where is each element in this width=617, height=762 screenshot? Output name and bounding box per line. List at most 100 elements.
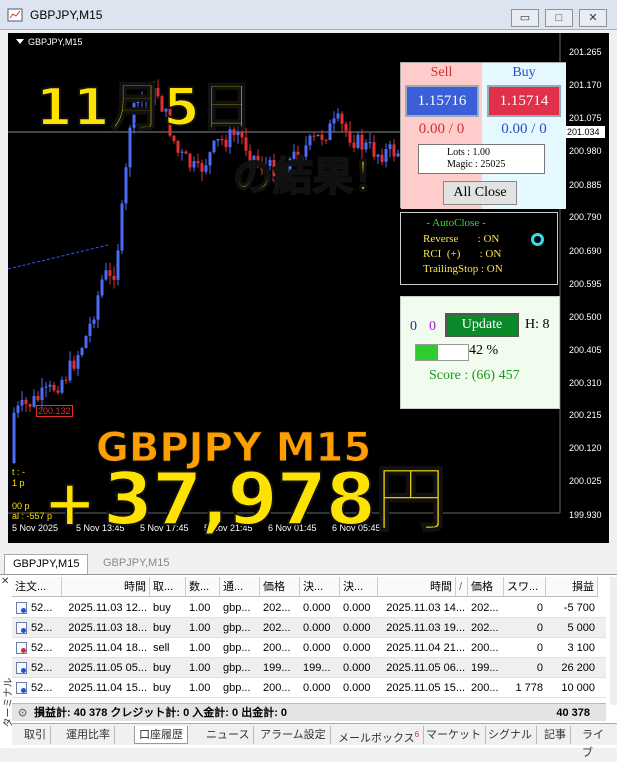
update-button[interactable]: Update [445,313,519,337]
sell-header: Sell [430,65,453,80]
candle-body [84,336,88,349]
table-cell: 2025.11.05 05... [68,662,147,674]
col-header[interactable]: 決... [340,577,378,597]
all-close-button[interactable]: All Close [443,181,517,205]
dropdown-triangle-icon[interactable] [16,39,24,44]
window-title: GBPJPY,M15 [30,8,103,22]
status-circle-icon[interactable] [531,233,544,246]
candle-body [200,163,204,172]
table-cell: 0 [536,662,543,674]
table-cell: 199... [303,662,331,674]
table-cell: 2025.11.04 21... [386,642,465,654]
candle-body [24,399,28,405]
left-label: 00 p [12,501,30,511]
candle-body [356,134,360,148]
table-row[interactable]: 52... 2025.11.03 18... buy 1.00 gbp... 202...… [12,618,606,638]
table-row[interactable]: 52... 2025.11.04 18... sell 1.00 gbp... 200..… [12,638,606,658]
symbol-text: GBPJPY,M15 [28,37,83,47]
tab-library[interactable]: ライブ [578,726,617,759]
candle-body [76,355,80,369]
col-header[interactable]: 数... [186,577,220,597]
tab-alerts[interactable]: アラーム設定 [256,726,331,744]
sell-button[interactable]: 1.15716 [405,85,479,117]
col-header[interactable]: 通... [220,577,260,597]
tab-signals[interactable]: シグナル [484,726,537,744]
candle-body [308,135,312,146]
buy-button[interactable]: 1.15714 [487,85,561,117]
table-cell: 0.000 [303,682,331,694]
table-cell: buy [153,682,171,694]
candle-body [48,384,52,387]
lots-magic-box[interactable]: Lots : 1.00 Magic : 25025 [418,144,545,174]
table-row[interactable]: 52... 2025.11.03 12... buy 1.00 gbp... 202...… [12,598,606,618]
chart-tabs: GBPJPY,M15 GBPJPY,M15 [0,551,617,574]
candle-body [188,153,192,168]
summary-icon: ⊙ [18,707,28,719]
left-label: 1 p [12,478,25,488]
table-cell: 0 [536,602,543,614]
order-marker-label: 200.132 [36,405,73,417]
terminal-panel: ✕ ターミナル 注文... 時間 取... 数... 通... 価格 決... … [0,574,617,759]
autoclose-title: - AutoClose - [426,217,486,229]
progress-percent: 42 % [469,343,499,358]
tab-articles[interactable]: 記事 [540,726,571,744]
candle-body [352,142,356,148]
tab-mailbox[interactable]: メールボックス6 [334,726,425,745]
price-tick: 200.595 [569,279,602,289]
col-header[interactable]: 注文... [12,577,62,597]
col-header[interactable]: 決... [300,577,340,597]
tab-exposure[interactable]: 運用比率 [62,726,115,744]
price-tick: 201.075 [569,113,602,123]
table-row[interactable]: 52... 2025.11.05 05... buy 1.00 gbp... 199...… [12,658,606,678]
tab-news[interactable]: ニュース [202,726,255,744]
price-chart[interactable]: GBPJPY,M15 201.265 201.170 201.075 201.0… [8,33,609,543]
col-header[interactable]: 価格 [468,577,504,597]
candle-body [68,360,72,381]
candle-body [196,161,200,164]
col-header[interactable]: 価格 [260,577,300,597]
candle-body [244,137,248,151]
price-tick: 201.265 [569,47,602,57]
candle-body [388,144,392,149]
table-cell: 0.000 [343,682,371,694]
minimize-button[interactable]: ▭ [511,9,539,27]
table-cell: 0.000 [343,622,371,634]
candle-body [72,360,76,369]
tab-history[interactable]: 口座履歴 [134,726,188,744]
col-header[interactable]: スワ... [504,577,546,597]
price-tick: 200.120 [569,443,602,453]
chart-tab[interactable]: GBPJPY,M15 [95,554,177,574]
col-header[interactable]: 時間 [378,577,456,597]
candle-body [208,152,212,166]
tab-trade[interactable]: 取引 [20,726,51,744]
candle-body [180,151,184,153]
candle-body [336,113,340,119]
candle-body [56,390,60,393]
window-titlebar: GBPJPY,M15 ▭ □ ✕ [0,0,617,30]
candle-body [40,387,44,401]
table-cell: 5 000 [567,622,595,634]
col-header[interactable]: 損益 [546,577,598,597]
close-button[interactable]: ✕ [579,9,607,27]
table-cell: 0.000 [303,642,331,654]
table-cell: buy [153,622,171,634]
table-cell: 2025.11.03 18... [68,622,147,634]
chart-tab-active[interactable]: GBPJPY,M15 [4,554,89,574]
score-text: Score : (66) 457 [429,368,520,383]
table-cell: sell [153,642,170,654]
counter-blue: 0 [410,319,417,334]
close-icon[interactable]: ✕ [1,576,9,587]
vertical-scrollbar[interactable] [610,577,617,705]
table-cell: 2025.11.03 12... [68,602,147,614]
col-header[interactable]: 取... [150,577,186,597]
current-price-marker: 201.034 [565,126,605,138]
overlay-plus: + [42,467,98,541]
col-header[interactable]: 時間 [62,577,150,597]
maximize-button[interactable]: □ [545,9,573,27]
table-row[interactable]: 52... 2025.11.04 15... buy 1.00 gbp... 200...… [12,678,606,698]
deal-icon [16,662,27,674]
tab-market[interactable]: マーケット [422,726,486,744]
overlay-result: の結果！ [232,153,394,201]
table-cell: 52... [31,662,53,674]
table-cell: 52... [31,602,53,614]
